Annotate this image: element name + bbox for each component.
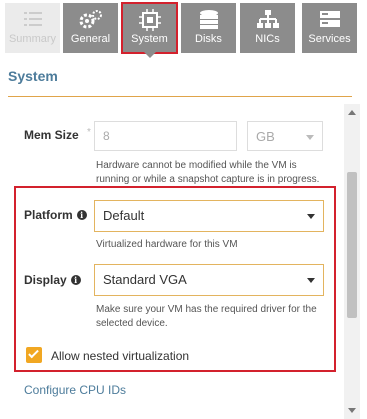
tab-bar: Summary General System Disks NICs Servic… bbox=[0, 0, 367, 58]
tab-system[interactable]: System bbox=[121, 2, 178, 54]
chevron-down-icon bbox=[307, 214, 315, 219]
check-icon bbox=[28, 347, 39, 359]
tab-summary[interactable]: Summary bbox=[5, 3, 60, 53]
summary-icon bbox=[5, 3, 60, 31]
display-help: Make sure your VM has the required drive… bbox=[96, 304, 317, 329]
mem-size-help: Hardware cannot be modified while the VM… bbox=[96, 160, 320, 185]
display-select[interactable]: Standard VGA bbox=[94, 264, 324, 296]
configure-cpu-ids-link[interactable]: Configure CPU IDs bbox=[24, 383, 126, 397]
display-label: Display i bbox=[24, 273, 81, 287]
services-icon bbox=[302, 3, 357, 31]
mem-unit-select[interactable]: GB bbox=[247, 121, 323, 151]
gears-icon bbox=[63, 3, 118, 31]
info-icon[interactable]: i bbox=[76, 210, 87, 220]
active-tab-pointer bbox=[144, 52, 156, 58]
tab-label: System bbox=[131, 33, 168, 45]
mem-size-input[interactable]: 8 bbox=[94, 121, 237, 151]
platform-help: Virtualized hardware for this VM bbox=[96, 239, 238, 250]
platform-label: Platform i bbox=[24, 208, 87, 222]
disks-icon bbox=[181, 3, 236, 31]
mem-size-label: Mem Size bbox=[24, 128, 79, 142]
chevron-down-icon bbox=[306, 135, 314, 140]
chevron-down-icon bbox=[307, 278, 315, 283]
tab-label: Disks bbox=[195, 33, 222, 45]
scrollbar-thumb[interactable] bbox=[347, 172, 357, 318]
info-icon[interactable]: i bbox=[70, 275, 81, 285]
network-icon bbox=[240, 3, 295, 31]
display-value: Standard VGA bbox=[103, 272, 187, 287]
display-label-text: Display bbox=[24, 273, 67, 287]
tab-general[interactable]: General bbox=[63, 3, 118, 53]
platform-select[interactable]: Default bbox=[94, 200, 324, 232]
required-mark: * bbox=[87, 127, 91, 138]
tab-label: Summary bbox=[8, 33, 57, 45]
tab-label: Services bbox=[308, 33, 351, 45]
platform-label-text: Platform bbox=[24, 208, 73, 222]
scrollbar[interactable] bbox=[344, 104, 360, 419]
tab-disks[interactable]: Disks bbox=[181, 3, 236, 53]
nested-virtualization-label[interactable]: Allow nested virtualization bbox=[51, 349, 189, 363]
chip-icon bbox=[122, 3, 177, 31]
mem-size-value: 8 bbox=[103, 129, 110, 143]
section-divider bbox=[8, 96, 352, 97]
section-title: System bbox=[8, 68, 58, 84]
tab-services[interactable]: Services bbox=[302, 3, 357, 53]
tab-label: NICs bbox=[255, 33, 280, 45]
nested-virtualization-checkbox[interactable] bbox=[26, 347, 42, 363]
tab-label: General bbox=[70, 33, 111, 45]
scroll-down-icon[interactable] bbox=[348, 408, 356, 413]
platform-value: Default bbox=[103, 208, 145, 223]
mem-unit-value: GB bbox=[256, 129, 275, 144]
scroll-up-icon[interactable] bbox=[348, 110, 356, 115]
tab-nics[interactable]: NICs bbox=[240, 3, 295, 53]
